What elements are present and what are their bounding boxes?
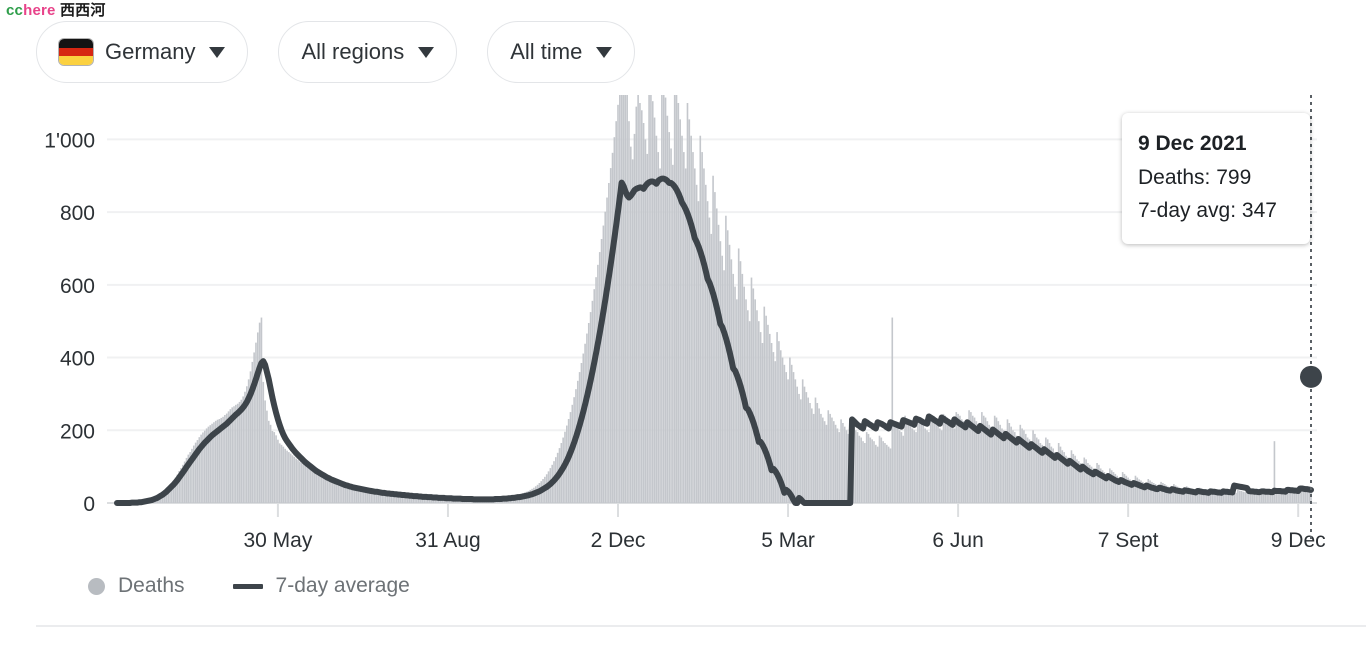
- svg-text:600: 600: [60, 275, 95, 298]
- svg-text:30 May: 30 May: [243, 529, 312, 552]
- filter-bar: Germany All regions All time: [36, 21, 636, 83]
- legend-item-deaths[interactable]: Deaths: [88, 574, 185, 598]
- watermark-cc: cc: [6, 2, 24, 19]
- svg-text:6 Jun: 6 Jun: [932, 529, 983, 552]
- chevron-down-icon: [418, 46, 435, 58]
- region-filter-label: All regions: [301, 39, 405, 64]
- chart-y-axis-labels: 0 200 400 600 800 1'000: [44, 129, 95, 516]
- legend-label-average: 7-day average: [275, 574, 410, 597]
- svg-text:2 Dec: 2 Dec: [591, 529, 646, 552]
- country-filter-label: Germany: [105, 39, 196, 64]
- svg-text:5 Mar: 5 Mar: [761, 529, 815, 552]
- svg-text:0: 0: [83, 493, 95, 516]
- chart-x-axis-labels: 30 May 31 Aug 2 Dec 5 Mar 6 Jun 7 Sept 9 Dec: [243, 529, 1325, 552]
- tooltip-average: 7-day avg: 347: [1138, 199, 1277, 223]
- chart-tooltip: 9 Dec 2021 Deaths: 799 7-day avg: 347: [1122, 113, 1310, 244]
- region-filter-dropdown[interactable]: All regions: [278, 21, 458, 83]
- chevron-down-icon: [209, 46, 226, 58]
- germany-flag-icon: [59, 39, 93, 65]
- svg-text:400: 400: [60, 348, 95, 371]
- covid-deaths-chart-page: cchere 西西河 Germany All regions All time …: [0, 0, 1366, 652]
- tooltip-date: 9 Dec 2021: [1138, 132, 1247, 155]
- country-filter-dropdown[interactable]: Germany: [36, 21, 249, 83]
- time-filter-dropdown[interactable]: All time: [487, 21, 636, 83]
- chart-legend: Deaths 7-day average: [88, 574, 410, 598]
- watermark-here: here: [23, 2, 56, 19]
- svg-text:800: 800: [60, 202, 95, 225]
- legend-label-deaths: Deaths: [118, 574, 185, 597]
- average-swatch-icon: [232, 583, 263, 589]
- svg-text:9 Dec: 9 Dec: [1271, 529, 1326, 552]
- chevron-down-icon: [596, 46, 613, 58]
- svg-text:1'000: 1'000: [44, 129, 95, 152]
- watermark-chinese: 西西河: [59, 1, 106, 19]
- section-divider: [36, 625, 1366, 627]
- svg-text:31 Aug: 31 Aug: [415, 529, 480, 552]
- time-filter-label: All time: [510, 39, 583, 64]
- svg-text:7 Sept: 7 Sept: [1098, 529, 1159, 552]
- legend-item-average[interactable]: 7-day average: [232, 574, 410, 598]
- svg-text:200: 200: [60, 420, 95, 443]
- chart-x-ticks: [276, 503, 1300, 517]
- deaths-swatch-icon: [88, 577, 105, 595]
- tooltip-deaths: Deaths: 799: [1138, 165, 1252, 189]
- site-watermark: cchere 西西河: [6, 1, 106, 20]
